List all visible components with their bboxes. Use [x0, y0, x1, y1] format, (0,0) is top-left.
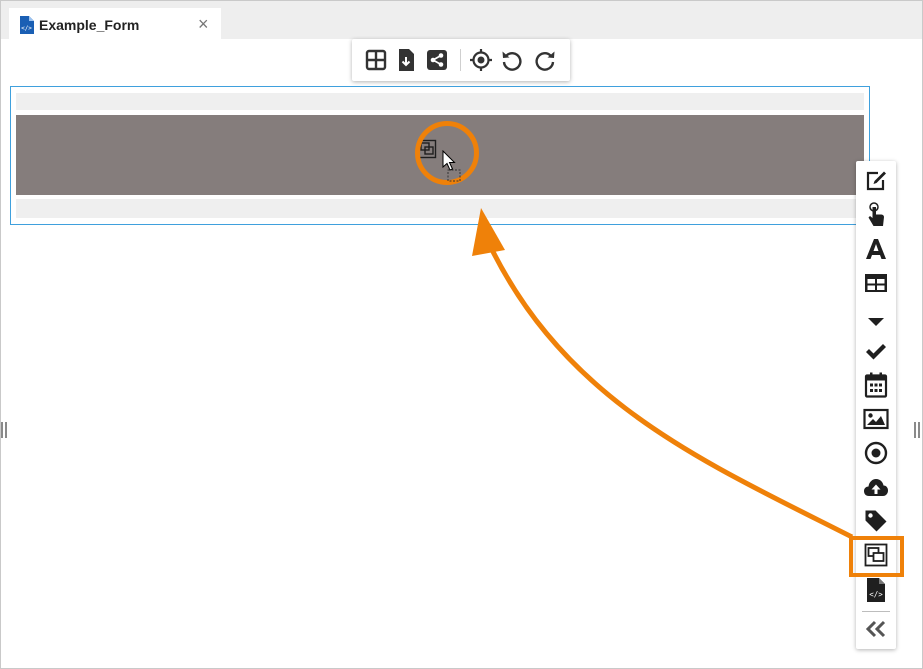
form-row-bottom[interactable]: [16, 199, 864, 218]
edit-icon[interactable]: [863, 168, 889, 194]
grid-layout-icon[interactable]: [364, 48, 388, 72]
left-splitter[interactable]: [1, 422, 7, 438]
text-icon[interactable]: [863, 236, 889, 262]
table-icon[interactable]: [863, 270, 889, 296]
svg-text:</>: </>: [21, 25, 32, 32]
right-splitter[interactable]: [914, 422, 920, 438]
checkbox-icon[interactable]: [863, 338, 889, 364]
upload-icon[interactable]: [863, 475, 889, 501]
tab-title: Example_Form: [39, 17, 140, 33]
cursor-icon: [442, 149, 462, 187]
redo-icon[interactable]: [533, 48, 557, 72]
palette-divider: [862, 611, 890, 612]
collapse-icon[interactable]: [863, 616, 889, 642]
palette-highlight-box: [849, 536, 904, 577]
form-toolbar: [352, 39, 570, 81]
code-file-icon[interactable]: </>: [863, 577, 889, 603]
tab-bar: </> Example_Form ×: [1, 1, 922, 41]
tab-example-form[interactable]: </> Example_Form ×: [9, 8, 221, 41]
share-icon[interactable]: [425, 48, 449, 72]
tag-icon[interactable]: [863, 508, 889, 534]
radio-icon[interactable]: [863, 440, 889, 466]
image-icon[interactable]: [863, 406, 889, 432]
form-row-top[interactable]: [16, 93, 864, 110]
target-icon[interactable]: [469, 48, 493, 72]
toolbar-divider: [460, 49, 461, 71]
dropdown-icon[interactable]: [863, 309, 889, 335]
export-file-icon[interactable]: [394, 48, 418, 72]
close-icon[interactable]: ×: [198, 14, 209, 35]
touch-icon[interactable]: [863, 202, 889, 228]
calendar-icon[interactable]: [863, 372, 889, 398]
undo-icon[interactable]: [500, 48, 524, 72]
svg-text:</>: </>: [869, 590, 883, 599]
form-file-icon: </>: [19, 16, 34, 39]
